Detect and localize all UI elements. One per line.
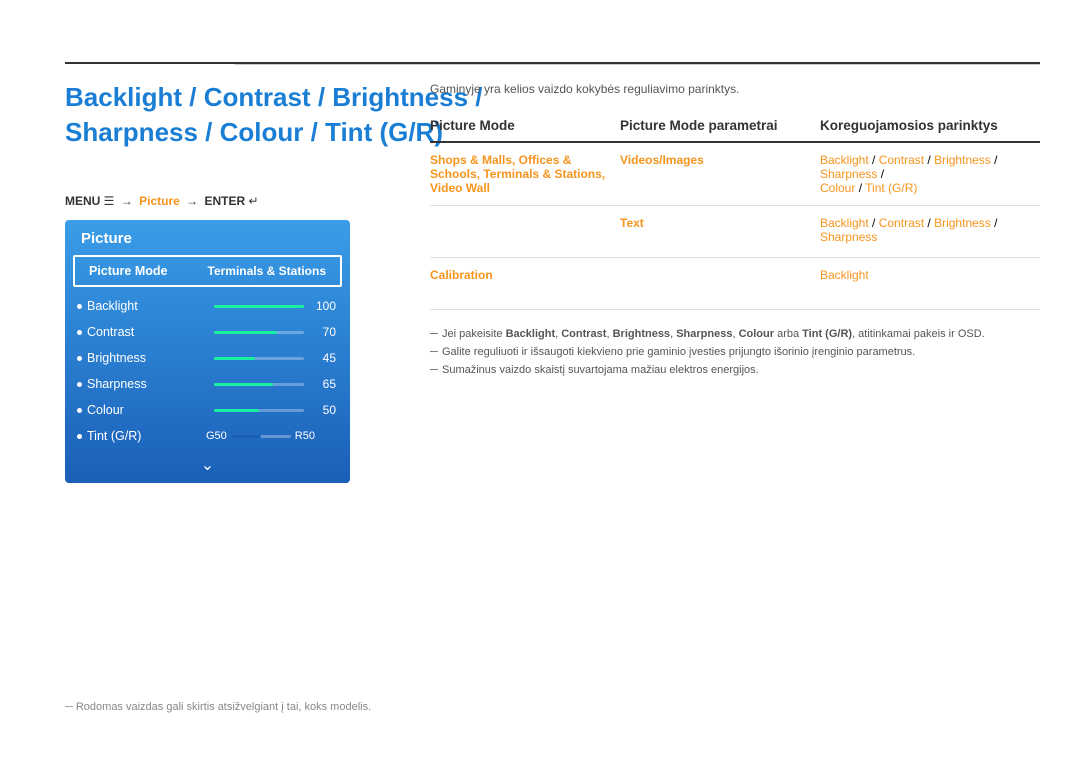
col-options-header: Koreguojamosios parinktys [820, 118, 1040, 133]
dot-icon [77, 434, 82, 439]
footnote-1: Jei pakeisite Backlight, Contrast, Brigh… [430, 328, 1040, 340]
chevron-row: ⌄ [65, 449, 350, 483]
footnote-3: Sumažinus vaizdo skaistį suvartojama maž… [430, 364, 1040, 376]
footnote-2: Galite reguliuoti ir išsaugoti kiekvieno… [430, 346, 1040, 358]
table-header: Picture Mode Picture Mode parametrai Kor… [430, 118, 1040, 143]
cell-options-2: Backlight / Contrast / Brightness / Shar… [820, 216, 1040, 244]
contrast-item[interactable]: Contrast 70 [65, 319, 350, 345]
brightness-item[interactable]: Brightness 45 [65, 345, 350, 371]
backlight-value: 100 [312, 299, 336, 313]
table-row: Shops & Malls, Offices & Schools, Termin… [430, 143, 1040, 206]
picture-mode-label: Picture Mode [89, 264, 168, 278]
main-title: Backlight / Contrast / Brightness / Shar… [65, 80, 483, 150]
intro-text: Gaminyje yra kelios vaizdo kokybės regul… [430, 82, 1040, 96]
dot-icon [77, 356, 82, 361]
picture-mode-row[interactable]: Picture Mode Terminals & Stations [73, 255, 342, 287]
colour-item[interactable]: Colour 50 [65, 397, 350, 423]
tint-item[interactable]: Tint (G/R) G50 R50 [65, 423, 350, 449]
tint-r-label: R50 [295, 430, 315, 442]
brightness-value: 45 [312, 351, 336, 365]
backlight-item[interactable]: Backlight 100 [65, 293, 350, 319]
tint-labels: G50 R50 [206, 430, 336, 442]
tint-slider[interactable] [231, 435, 291, 438]
contrast-value: 70 [312, 325, 336, 339]
dot-icon [77, 330, 82, 335]
col-mode-header: Picture Mode [430, 118, 620, 133]
right-content: Gaminyje yra kelios vaizdo kokybės regul… [430, 82, 1040, 382]
colour-value: 50 [312, 403, 336, 417]
col-params-header: Picture Mode parametrai [620, 118, 820, 133]
colour-slider[interactable] [214, 409, 304, 412]
tint-label: Tint (G/R) [87, 429, 206, 443]
sharpness-value: 65 [312, 377, 336, 391]
cell-mode-3: Calibration [430, 268, 620, 282]
panel-header: Picture [65, 220, 350, 255]
brightness-label: Brightness [87, 351, 214, 365]
colour-label: Colour [87, 403, 214, 417]
dot-icon [77, 304, 82, 309]
tint-g-label: G50 [206, 430, 227, 442]
backlight-slider[interactable] [214, 305, 304, 308]
footnotes-section: Jei pakeisite Backlight, Contrast, Brigh… [430, 328, 1040, 376]
chevron-down-icon: ⌄ [201, 455, 214, 475]
menu-label: MENU ☰ [65, 194, 114, 208]
table-row: Calibration Backlight [430, 258, 1040, 310]
cell-params-1: Videos/Images [620, 153, 820, 167]
brightness-slider[interactable] [214, 357, 304, 360]
cell-options-1: Backlight / Contrast / Brightness / Shar… [820, 153, 1040, 195]
sharpness-label: Sharpness [87, 377, 214, 391]
contrast-slider[interactable] [214, 331, 304, 334]
sharpness-item[interactable]: Sharpness 65 [65, 371, 350, 397]
table-row: Text Backlight / Contrast / Brightness /… [430, 206, 1040, 258]
cell-mode-1: Shops & Malls, Offices & Schools, Termin… [430, 153, 620, 195]
picture-panel: Picture Picture Mode Terminals & Station… [65, 220, 350, 483]
bottom-note: Rodomas vaizdas gali skirtis atsižvelgia… [65, 701, 371, 713]
sharpness-slider[interactable] [214, 383, 304, 386]
cell-params-2: Text [620, 216, 820, 230]
dot-icon [77, 408, 82, 413]
cell-options-3: Backlight [820, 268, 1040, 282]
contrast-label: Contrast [87, 325, 214, 339]
backlight-label: Backlight [87, 299, 214, 313]
menu-path: MENU ☰ → Picture → ENTER ↵ [65, 194, 259, 208]
picture-mode-value: Terminals & Stations [208, 264, 326, 278]
dot-icon [77, 382, 82, 387]
